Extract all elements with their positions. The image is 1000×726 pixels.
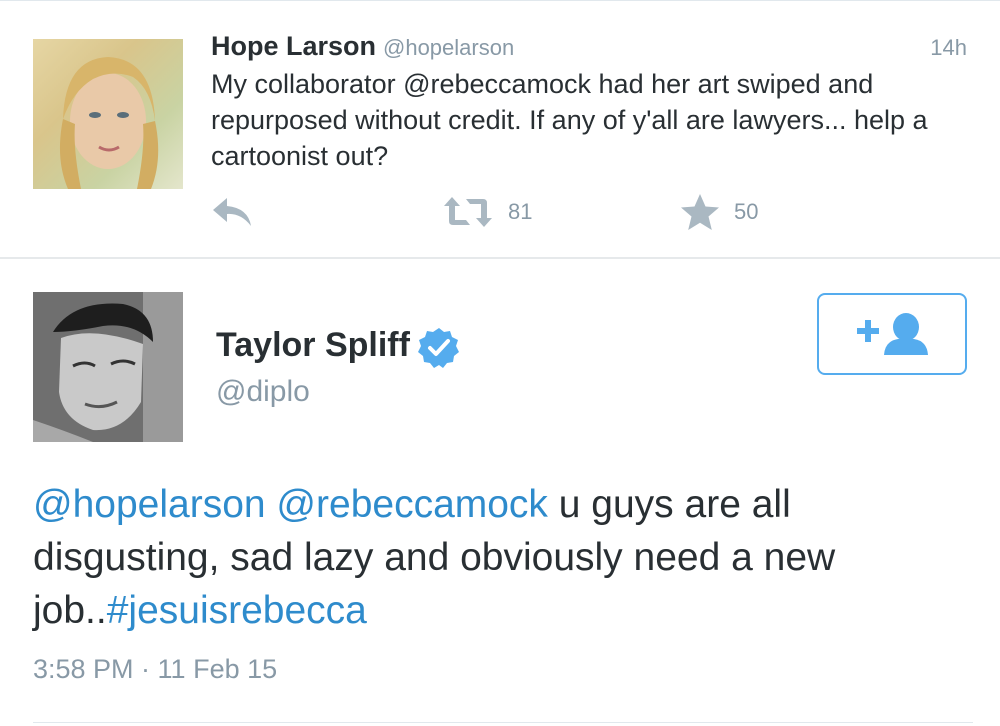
- tweet1-timestamp[interactable]: 14h: [930, 35, 967, 61]
- tweet1-author-handle[interactable]: @hopelarson: [383, 35, 514, 61]
- tweet2-text: @hopelarson @rebeccamock u guys are all …: [33, 478, 973, 637]
- retweet-icon: [444, 197, 492, 227]
- tweet1-author-name[interactable]: Hope Larson: [211, 31, 376, 62]
- avatar-portrait-image: [33, 292, 183, 442]
- mention-rebeccamock[interactable]: @rebeccamock: [276, 483, 548, 526]
- tweet-divider: [0, 257, 1000, 259]
- tweet2-author-handle[interactable]: @diplo: [216, 375, 310, 409]
- star-icon: [681, 194, 719, 230]
- hashtag-jesuisrebecca[interactable]: #jesuisrebecca: [107, 589, 367, 632]
- tweet2-timestamp: 3:58 PM · 11 Feb 15: [33, 654, 278, 684]
- avatar-hopelarson[interactable]: [33, 39, 183, 189]
- avatar-diplo[interactable]: [33, 292, 183, 442]
- reply-icon: [213, 198, 251, 226]
- add-user-icon: [857, 313, 928, 355]
- favorite-count: 50: [734, 199, 759, 224]
- reply-button[interactable]: [211, 195, 253, 229]
- verified-badge-icon: [418, 328, 459, 368]
- retweet-count: 81: [508, 199, 533, 224]
- avatar-portrait-image: [59, 57, 159, 189]
- tweet1-text: My collaborator @rebeccamock had her art…: [211, 69, 928, 171]
- follow-button[interactable]: [817, 293, 967, 375]
- favorite-button[interactable]: 50: [680, 194, 759, 230]
- tweet-card-hopelarson[interactable]: Hope Larson @hopelarson 14h My collabora…: [0, 0, 1000, 258]
- mention-hopelarson[interactable]: @hopelarson: [33, 483, 266, 526]
- tweet2-author-name[interactable]: Taylor Spliff: [216, 326, 410, 365]
- retweet-button[interactable]: 81: [442, 195, 532, 229]
- bottom-divider: [33, 722, 973, 723]
- text-space: [266, 483, 277, 526]
